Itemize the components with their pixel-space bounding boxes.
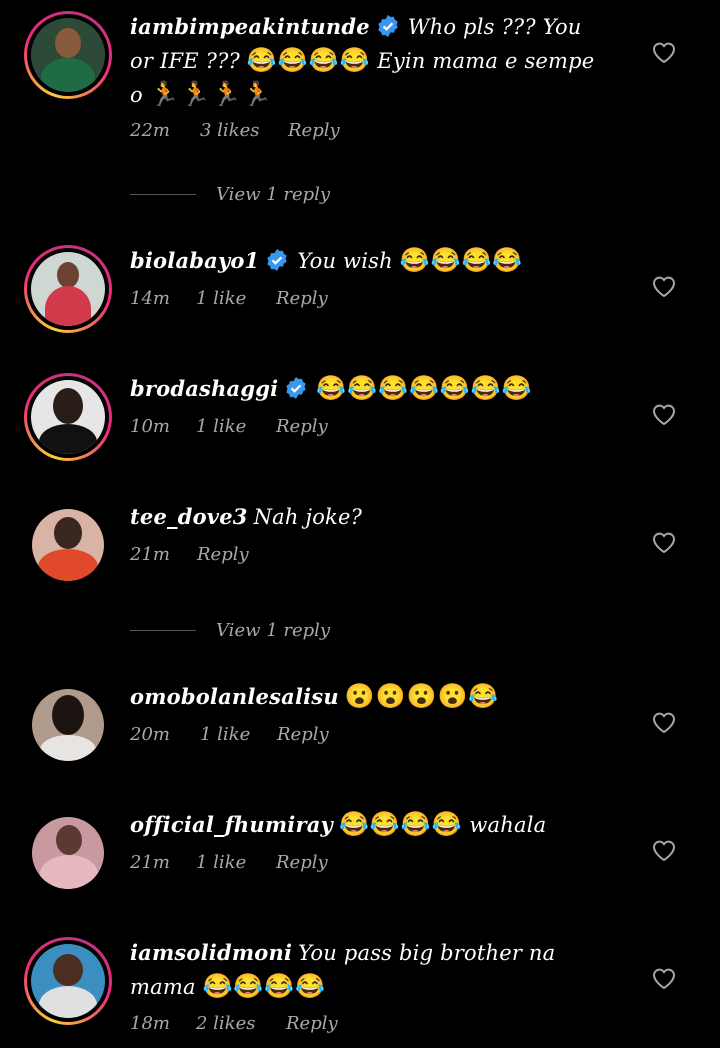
comment-text: tee_dove3 Nah joke? xyxy=(130,500,610,534)
heart-outline-icon[interactable] xyxy=(651,530,677,554)
heart-outline-icon[interactable] xyxy=(651,274,677,298)
comment-meta: 14m 1 like Reply xyxy=(130,288,328,309)
comment-text: iamsolidmoni You pass big brother na mama… xyxy=(130,936,610,1004)
heart-outline-icon[interactable] xyxy=(651,40,677,64)
avatar[interactable] xyxy=(24,373,112,461)
avatar[interactable] xyxy=(24,809,112,897)
comment-likes[interactable]: 1 like xyxy=(196,416,276,437)
comment-emoji: 😂😂😂😂 xyxy=(338,810,463,838)
reply-button[interactable]: Reply xyxy=(277,724,329,745)
comment-likes[interactable]: 2 likes xyxy=(196,1013,286,1034)
comment-text: iambimpeakintunde Who pls ??? You or IFE … xyxy=(130,10,610,112)
comment-likes[interactable]: 1 like xyxy=(196,288,276,309)
comment-username[interactable]: biolabayo1 xyxy=(130,248,259,273)
comment-username[interactable]: tee_dove3 xyxy=(130,504,248,529)
comment-body: Nah joke? xyxy=(253,505,363,529)
comment-text: brodashaggi 😂😂😂😂😂😂😂 xyxy=(130,372,610,406)
view-replies-button[interactable]: View 1 reply xyxy=(130,620,330,641)
avatar[interactable] xyxy=(24,501,112,589)
reply-button[interactable]: Reply xyxy=(286,1013,338,1034)
comment-meta: 20m 1 like Reply xyxy=(130,724,329,745)
view-replies-label: View 1 reply xyxy=(216,620,331,641)
avatar[interactable] xyxy=(24,681,112,769)
heart-outline-icon[interactable] xyxy=(651,966,677,990)
comment-emoji: 😂😂😂😂😂😂😂 xyxy=(316,374,533,402)
heart-outline-icon[interactable] xyxy=(651,838,677,862)
comment-emoji: 😮😮😮😮😂 xyxy=(344,682,500,710)
comment-meta: 10m 1 like Reply xyxy=(130,416,328,437)
avatar[interactable] xyxy=(24,245,112,333)
verified-badge-icon xyxy=(286,377,306,399)
comment-text: official_fhumiray 😂😂😂😂 wahala xyxy=(130,808,610,842)
view-replies-label: View 1 reply xyxy=(216,184,331,205)
verified-badge-icon xyxy=(378,15,398,37)
verified-badge-icon xyxy=(267,249,288,271)
view-replies-divider xyxy=(130,194,196,195)
comment-time: 20m xyxy=(130,724,170,745)
comment-meta: 18m 2 likes Reply xyxy=(130,1013,338,1034)
reply-button[interactable]: Reply xyxy=(197,544,249,565)
heart-outline-icon[interactable] xyxy=(651,402,677,426)
comment-likes[interactable]: 1 like xyxy=(200,724,277,745)
comment-meta: 22m 3 likes Reply xyxy=(130,120,340,141)
heart-outline-icon[interactable] xyxy=(651,710,677,734)
reply-button[interactable]: Reply xyxy=(276,416,328,437)
reply-button[interactable]: Reply xyxy=(288,120,340,141)
comment-username[interactable]: official_fhumiray xyxy=(130,812,333,837)
avatar[interactable] xyxy=(24,11,112,99)
comment-likes[interactable]: 3 likes xyxy=(200,120,288,141)
comment-meta: 21m 1 like Reply xyxy=(130,852,328,873)
comment-emoji-running: 🏃🏃🏃🏃 xyxy=(149,80,274,108)
comment-emoji: 😂😂😂😂 xyxy=(246,46,371,74)
comment-time: 18m xyxy=(130,1013,170,1034)
view-replies-divider xyxy=(130,630,196,631)
comment-emoji: 😂😂😂😂 xyxy=(202,972,327,1000)
avatar[interactable] xyxy=(24,937,112,1025)
comment-body: wahala xyxy=(462,813,547,837)
comment-username[interactable]: iambimpeakintunde xyxy=(130,14,370,39)
comment-emoji: 😂😂😂😂 xyxy=(399,246,524,274)
reply-button[interactable]: Reply xyxy=(276,852,328,873)
comment-username[interactable]: brodashaggi xyxy=(130,376,278,401)
comment-time: 10m xyxy=(130,416,170,437)
comment-text: biolabayo1 You wish 😂😂😂😂 xyxy=(130,244,610,278)
comment-username[interactable]: omobolanlesalisu xyxy=(130,684,339,709)
comment-meta: 21m Reply xyxy=(130,544,249,565)
comment-time: 21m xyxy=(130,852,170,873)
comment-text: omobolanlesalisu 😮😮😮😮😂 xyxy=(130,680,610,714)
view-replies-button[interactable]: View 1 reply xyxy=(130,184,330,205)
comment-likes[interactable]: 1 like xyxy=(196,852,276,873)
comment-time: 21m xyxy=(130,544,170,565)
reply-button[interactable]: Reply xyxy=(276,288,328,309)
comment-time: 14m xyxy=(130,288,170,309)
comment-time: 22m xyxy=(130,120,170,141)
comment-body: You wish xyxy=(297,249,400,273)
comment-username[interactable]: iamsolidmoni xyxy=(130,940,292,965)
